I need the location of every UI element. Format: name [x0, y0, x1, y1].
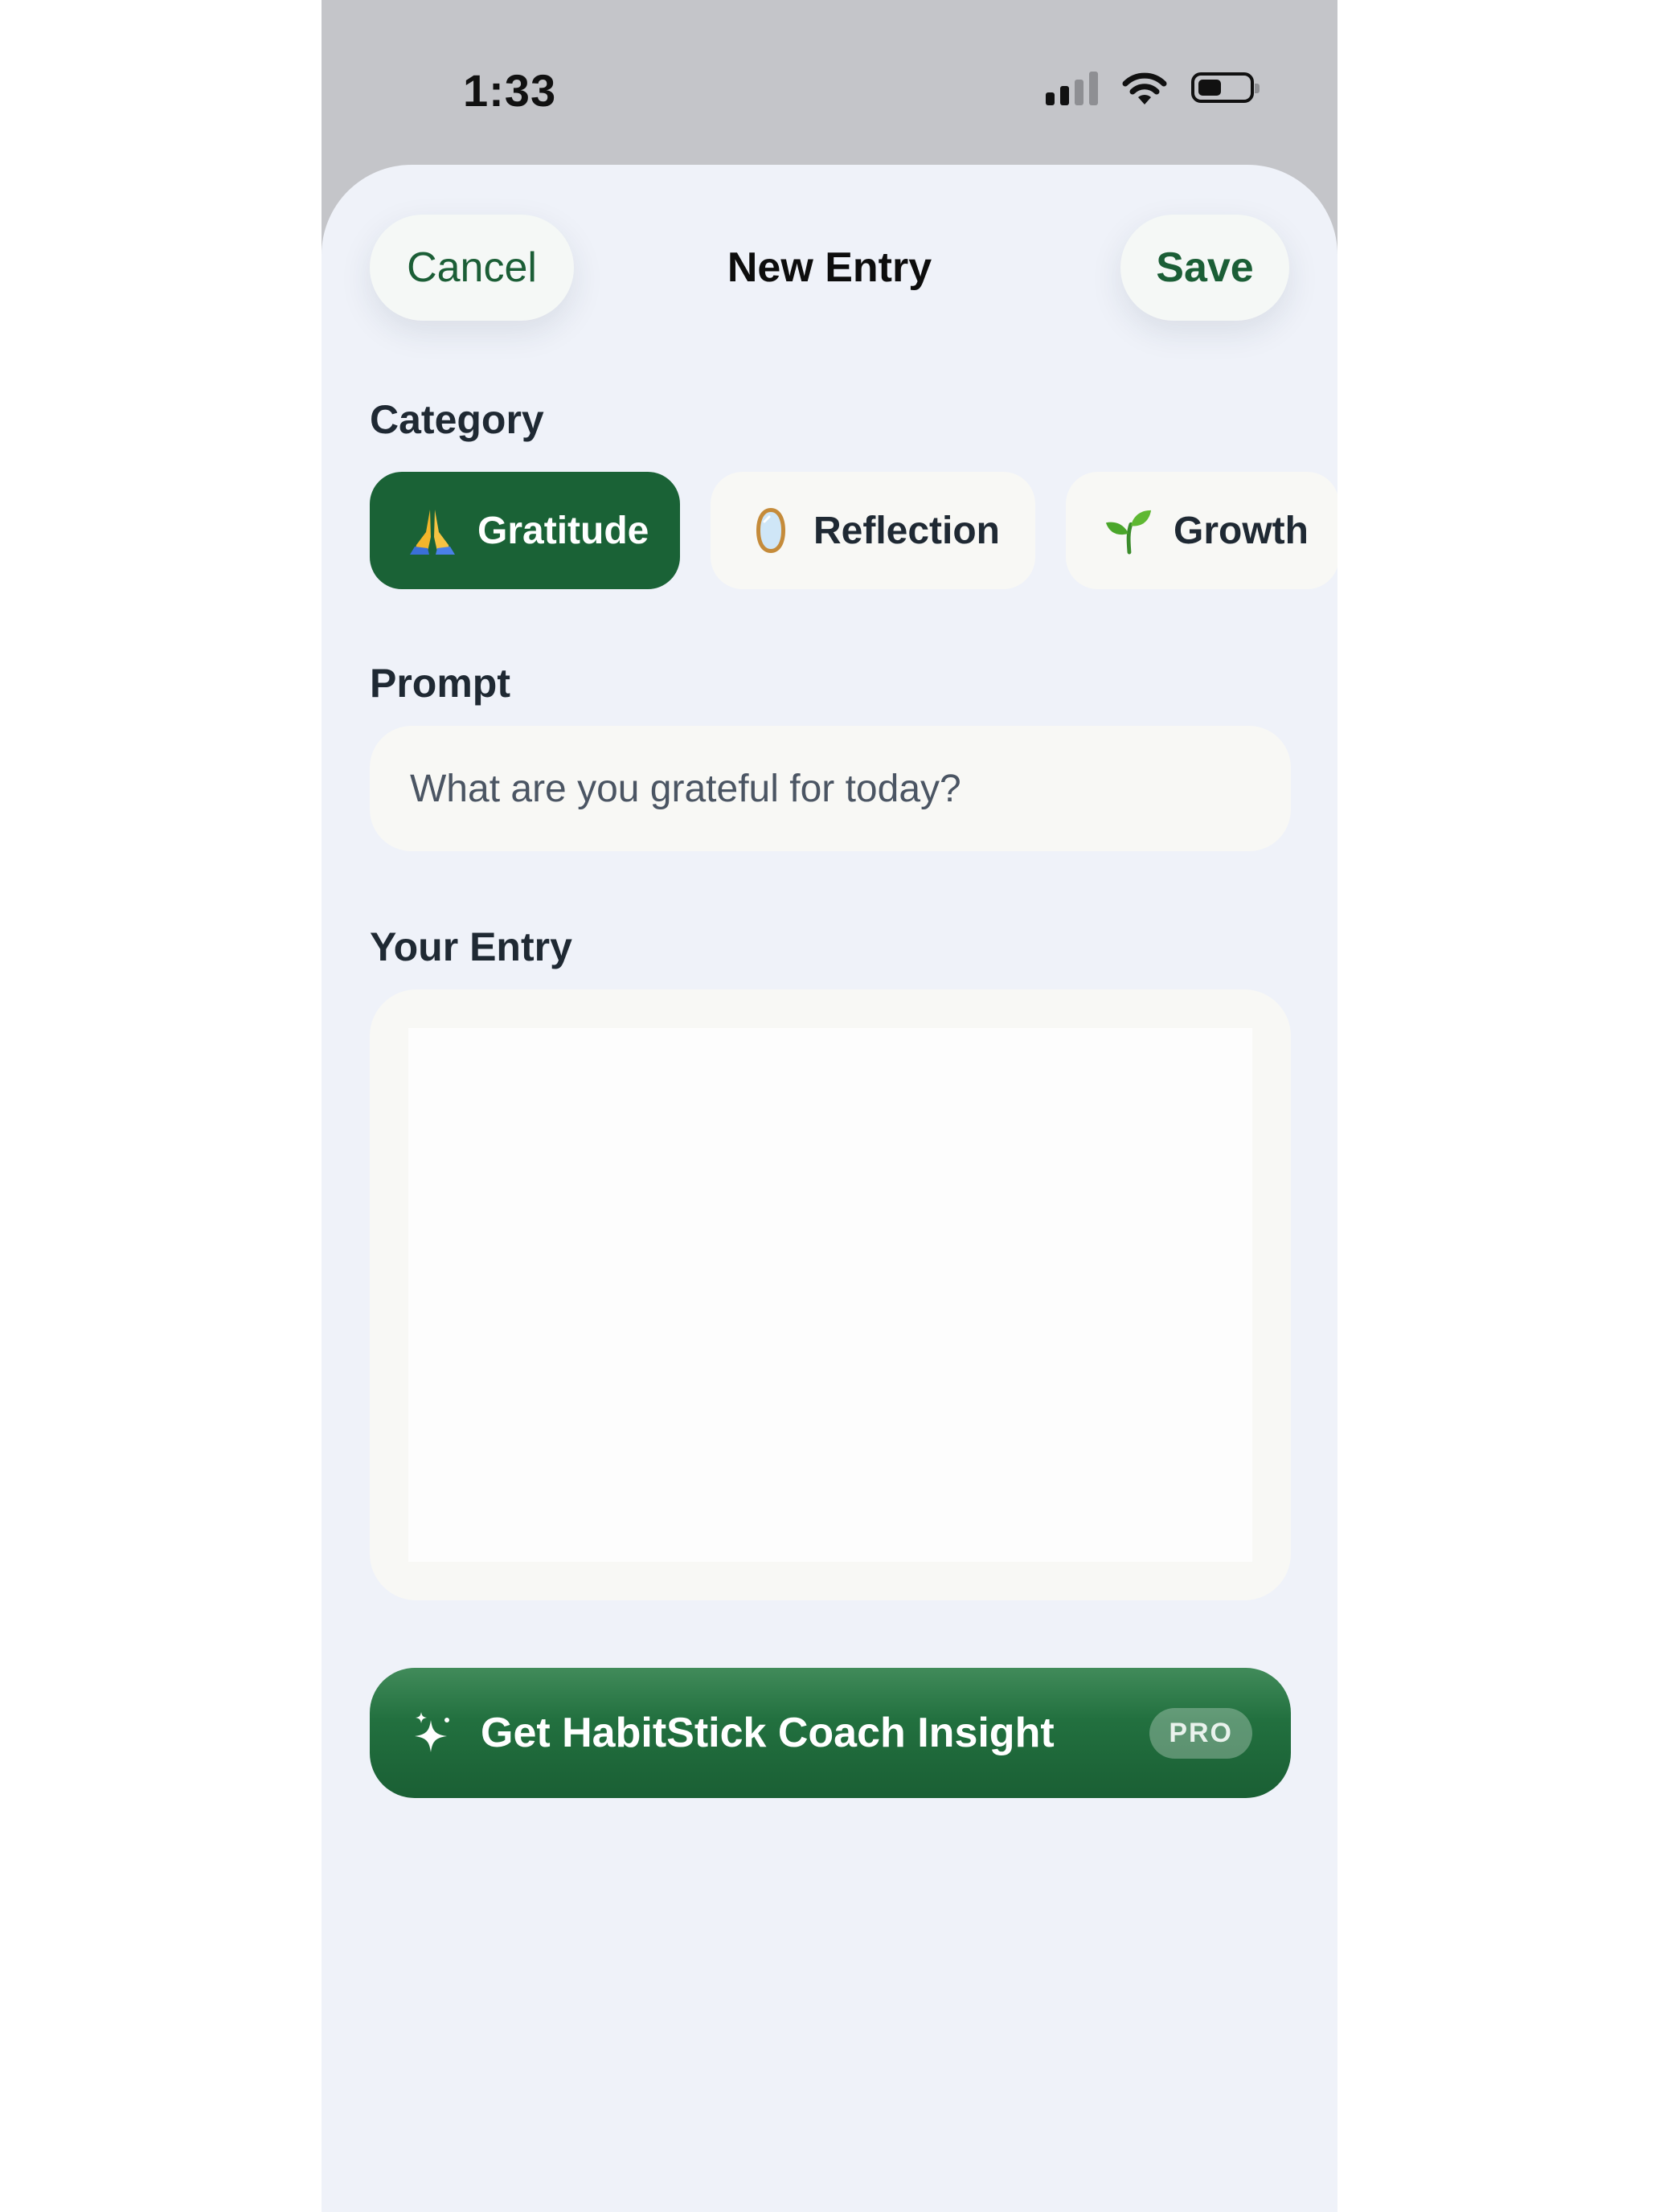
category-label: Category: [370, 397, 544, 442]
status-icons: [1046, 69, 1260, 106]
status-time: 1:33: [463, 65, 557, 116]
chip-gratitude[interactable]: Gratitude: [370, 472, 680, 589]
entry-textarea[interactable]: [370, 989, 1291, 1600]
new-entry-sheet: Cancel New Entry Save Category Gratitude: [322, 165, 1337, 2212]
entry-text-area[interactable]: [408, 1028, 1252, 1562]
entry-label: Your Entry: [370, 924, 572, 969]
coach-insight-label: Get HabitStick Coach Insight: [481, 1710, 1055, 1756]
chip-label: Growth: [1174, 509, 1309, 552]
chip-label: Gratitude: [477, 509, 649, 552]
prompt-field[interactable]: What are you grateful for today?: [370, 726, 1291, 851]
battery-icon: [1191, 72, 1260, 103]
mirror-icon: [749, 506, 793, 555]
prompt-label: Prompt: [370, 661, 510, 706]
save-button[interactable]: Save: [1120, 215, 1289, 321]
sparkles-icon: [415, 1712, 449, 1752]
phone-screen: 1:33 Cancel New Entry Save Category Grat…: [322, 0, 1337, 2212]
wifi-icon: [1122, 72, 1167, 104]
category-chips: Gratitude Reflection Growth: [370, 472, 1337, 589]
chip-label: Reflection: [813, 509, 1000, 552]
chip-reflection[interactable]: Reflection: [711, 472, 1035, 589]
seedling-icon: [1104, 506, 1153, 555]
chip-growth[interactable]: Growth: [1066, 472, 1337, 589]
cellular-signal-icon: [1046, 70, 1098, 105]
coach-insight-button[interactable]: Get HabitStick Coach Insight PRO: [370, 1668, 1291, 1798]
praying-hands-icon: [408, 506, 457, 555]
pro-badge: PRO: [1149, 1707, 1252, 1759]
